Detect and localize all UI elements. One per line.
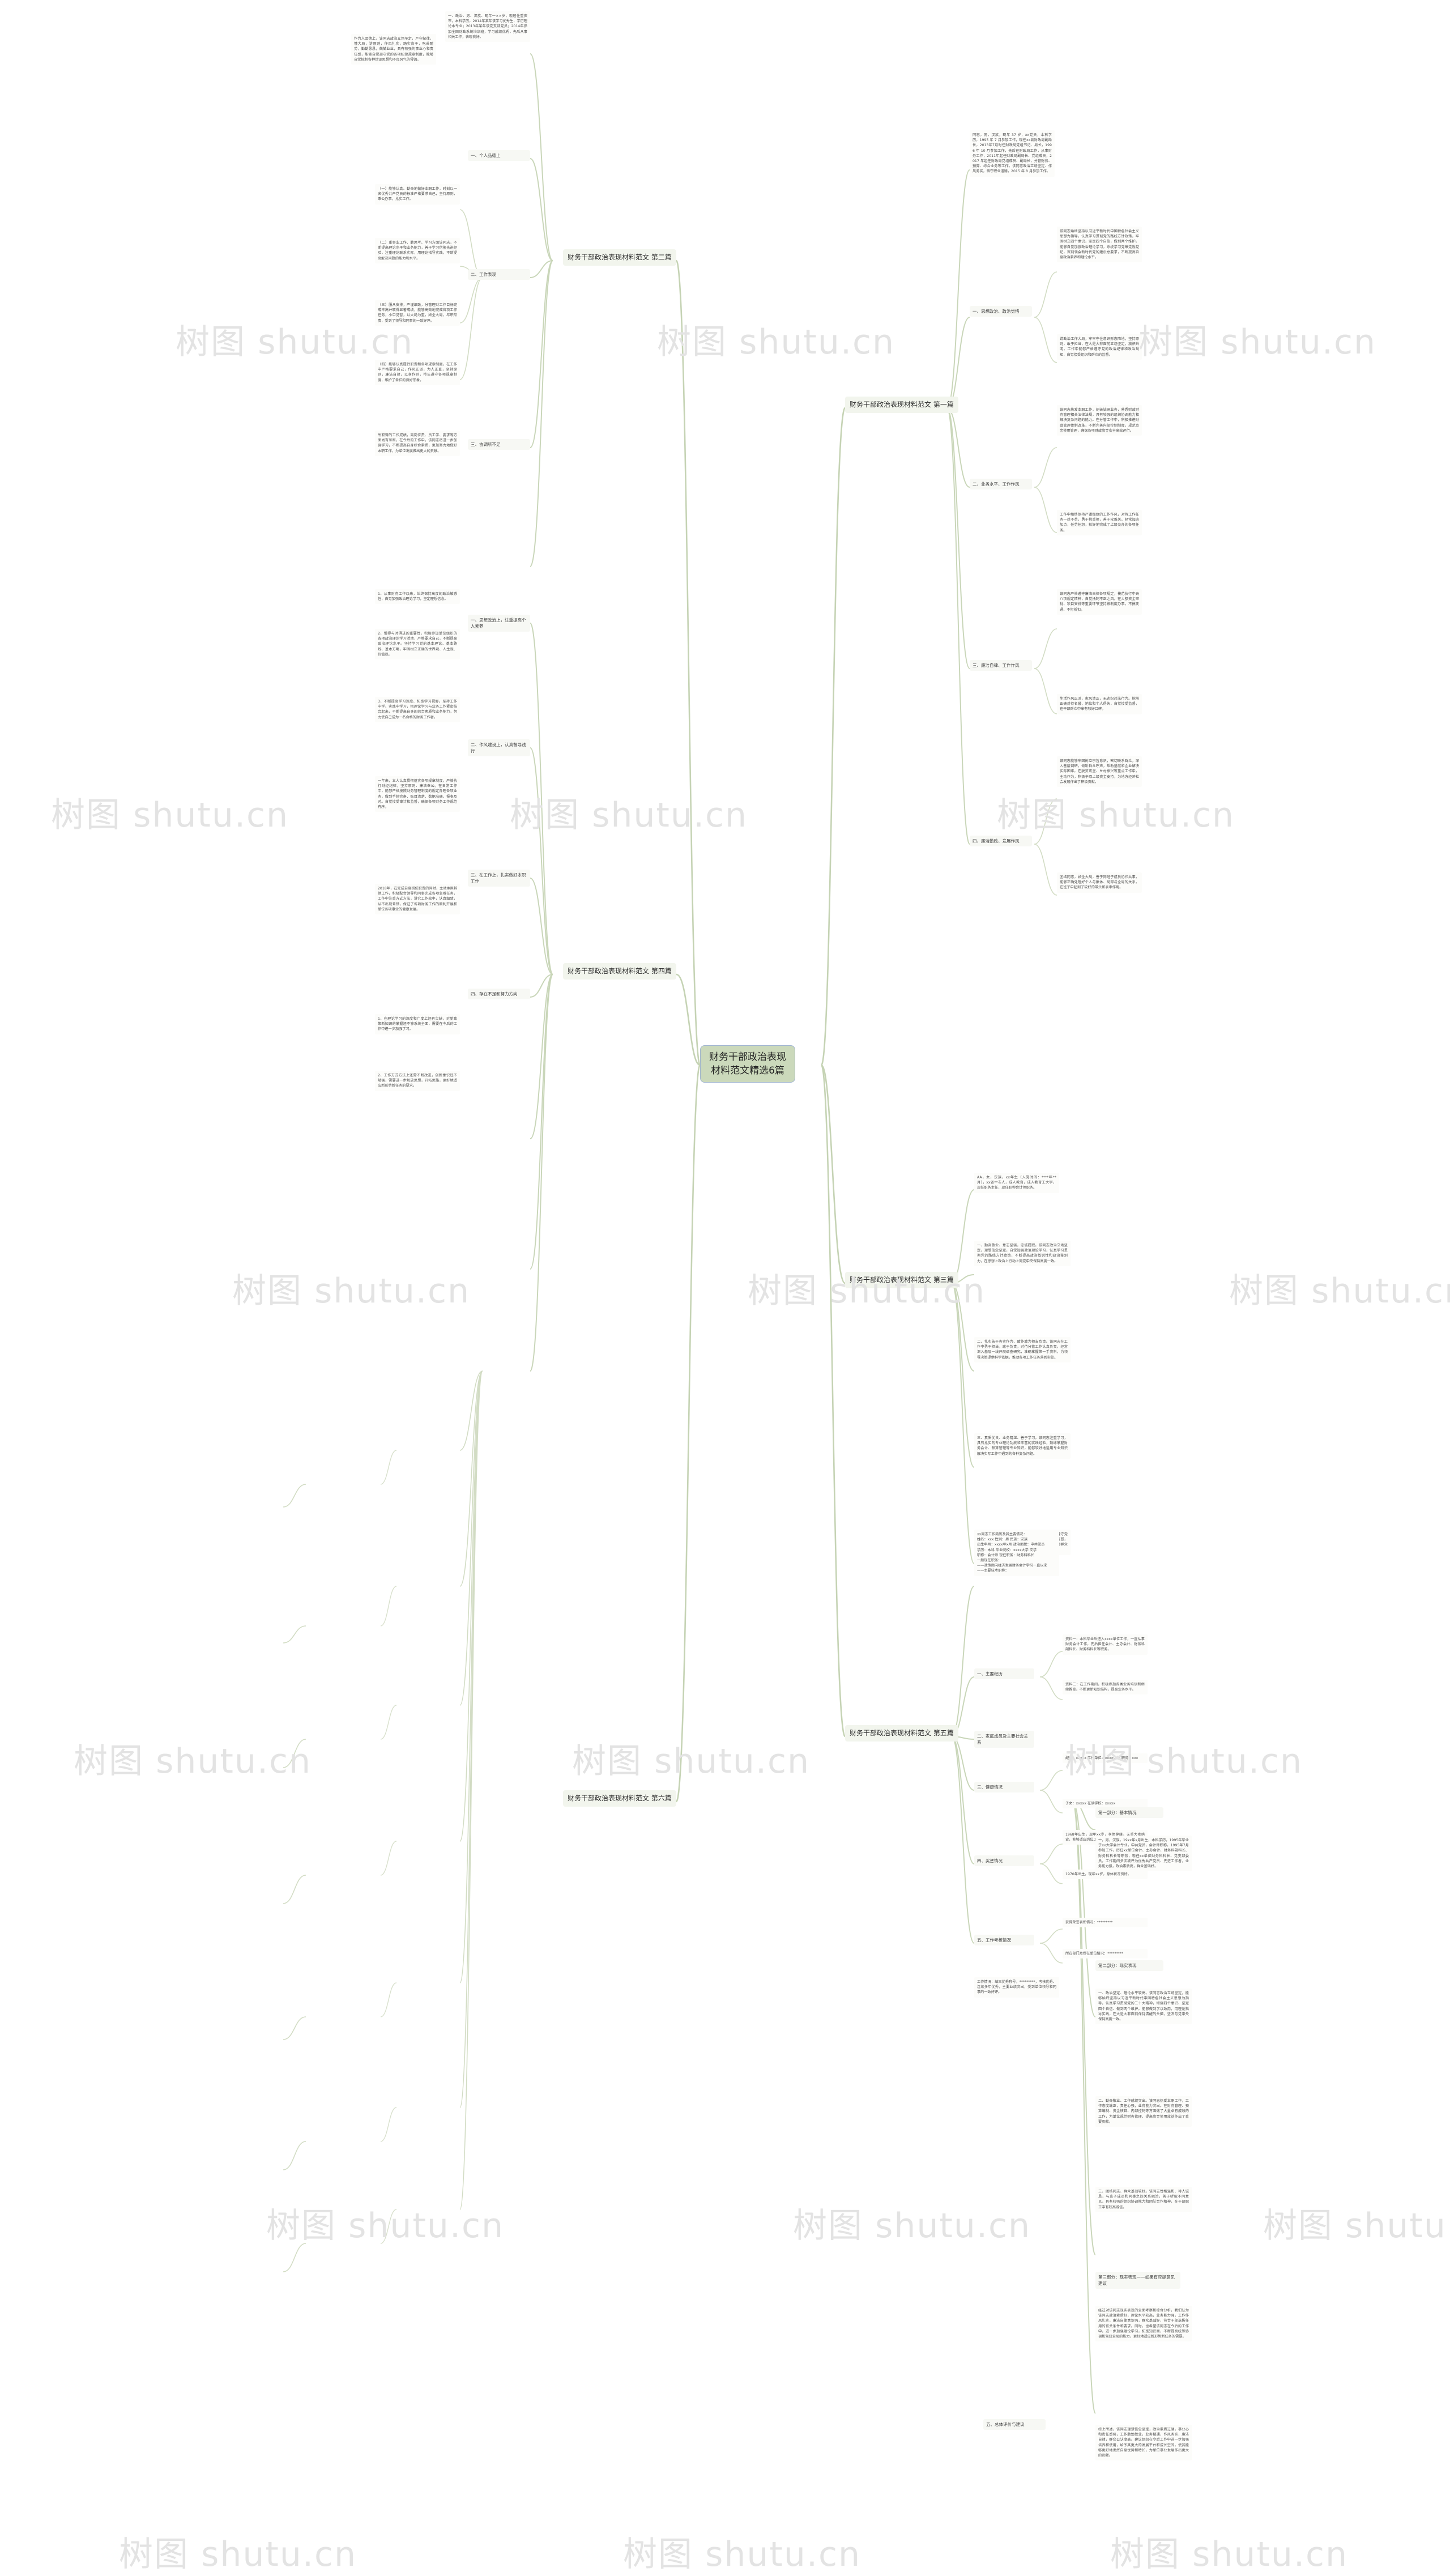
- branch-node-1[interactable]: 财务干部政治表现材料范文 第一篇: [845, 397, 958, 413]
- b4-section-2-item-0[interactable]: 2018年，在完成自身岗位职责的同时，主动承担其他工作，积极配合领导和同事完成各…: [375, 884, 460, 915]
- b1-intro[interactable]: 同志，男，汉族，现年 37 岁，xx党员，本科学历，1995 年 7 月参加工作…: [970, 130, 1055, 177]
- b4-section-0-item-1[interactable]: 2、懂得与时俱进的重要性，积极参加单位组织的各项政治理论学习活动，严格要求自己，…: [375, 629, 460, 660]
- b2-topic-0-item-0[interactable]: 作为人品德上，该同志政治立场坚定，严守纪律，懂大局，讲原则，作风扎实，踏实肯干，…: [351, 34, 436, 65]
- b1-topic-0-item-1[interactable]: 讲政治工作大局，牢牢守住意识形态阵地，坚持原则，敢于担当，在大是大非面前立场坚定…: [1057, 334, 1142, 360]
- b1-topic-0-item-0[interactable]: 该同志始终坚持以习近平新时代中国特色社会主义思想为指导，认真学习贯彻党的路线方针…: [1057, 227, 1142, 263]
- b5-topic-4-item-0[interactable]: 工作情况：结果优秀称号，*********，考核优秀、连续多年优秀，主要业绩突出…: [974, 1977, 1059, 1998]
- branch-node-5[interactable]: 财务干部政治表现材料范文 第五篇: [845, 1725, 958, 1742]
- b2-topic-2-item-0[interactable]: 所取得的工作成绩，离岗位责、员工学、要求等方面尚有差距，在今后的工作中，该同志将…: [375, 431, 460, 456]
- b1-topic-0-title[interactable]: 一、思想政治、政治觉悟: [970, 306, 1032, 317]
- b6-section-0-title[interactable]: 第一部分：基本情况: [1095, 1807, 1163, 1818]
- b5-topic-1-item-0[interactable]: 配偶：xxxxx 工作单位：xxxx单位 职务：xxx: [1063, 1753, 1148, 1764]
- branch-node-4[interactable]: 财务干部政治表现材料范文 第四篇: [563, 963, 676, 980]
- b6-section-3-item-0[interactable]: 综上所述，该同志理想信念坚定，政治素质过硬，事业心和责任感强，工作勤勉敬业，业务…: [1095, 2425, 1192, 2461]
- b1-topic-2-title[interactable]: 三、廉洁自律、工作作风: [970, 660, 1032, 671]
- b6-section-1-title[interactable]: 第二部分：现实表现: [1095, 1960, 1163, 1971]
- b2-topic-1-title[interactable]: 二、工作表现: [468, 269, 530, 280]
- b1-topic-3-title[interactable]: 四、廉洁勤政、发展作风: [970, 836, 1032, 846]
- b6-section-1-item-1[interactable]: 二、勤奋敬业、工作成绩突出。该同志热爱本职工作，工作态度端正，责任心强，业务能力…: [1095, 2096, 1192, 2127]
- b6-section-1-item-2[interactable]: 三、团结同志、群众基础较好。该同志性格温和、待人诚恳，与班子成员和同事之间关系融…: [1095, 2187, 1192, 2212]
- b1-topic-2-item-0[interactable]: 该同志严格遵守廉洁自律各项规定，模范执行中央八项规定精神，自觉抵制不正之风。在大…: [1057, 589, 1142, 615]
- root-node[interactable]: 财务干部政治表现材料范文精选6篇: [700, 1045, 795, 1083]
- b2-topic-1-item-3[interactable]: （四）能够认真履行职责和各项规章制度，在工作中严格要求自己，作风正派，为人正直，…: [375, 360, 460, 385]
- b4-section-1-item-0[interactable]: 一年来，本人认真贯彻落实各项规章制度，严格执行财经纪律，坚持原则、廉洁奉公。在日…: [375, 776, 460, 812]
- b4-section-3-title[interactable]: 四、存在不足和努力方向: [468, 989, 530, 999]
- b4-section-3-item-1[interactable]: 2、工作方式方法上还需不断改进，创新意识还不够强，需要进一步解放思想，开拓思路，…: [375, 1071, 460, 1091]
- b4-section-0-item-0[interactable]: 1、从事财务工作以来，始终保持高度的政治敏感性，自觉加强政治理论学习，坚定理想信…: [375, 589, 460, 604]
- b4-section-0-item-2[interactable]: 3、不断提高学习深度、拓宽学习视野。坚持工作中学、实践中学习，把理论学习与业务工…: [375, 697, 460, 722]
- branch-node-3[interactable]: 财务干部政治表现材料范文 第三篇: [845, 1272, 958, 1288]
- b6-section-2-item-0[interactable]: 经过对该同志现实表现的全面考察和综合分析，我们认为该同志政治素质好，理论水平较高…: [1095, 2306, 1192, 2342]
- b4-section-3-item-0[interactable]: 1、在理论学习的深度和广度上还有欠缺，对新政策新知识的掌握还不够系统全面，需要在…: [375, 1014, 460, 1034]
- b1-topic-1-title[interactable]: 二、业务水平、工作作风: [970, 479, 1032, 489]
- b5-topic-1-title[interactable]: 二、家庭成员及主要社会关系: [974, 1731, 1034, 1748]
- b5-topic-0-item-0[interactable]: 资料一：本科毕业后进入xxxx单位工作，一直从事财务会计工作，先后担任会计、主办…: [1063, 1634, 1148, 1655]
- b6-section-0-item-0[interactable]: **，男，汉族，19xx年x月出生，本科学历，1995年毕业于xx大学会计专业，…: [1095, 1836, 1192, 1872]
- b2-topic-0-title[interactable]: 一、个人品德上: [468, 150, 530, 161]
- b5-topic-0-item-1[interactable]: 资料二：在工作期间，积极参加各类业务培训和继续教育，不断更新知识结构，提高业务水…: [1063, 1680, 1148, 1695]
- b5-topic-0-title[interactable]: 一、主要经历: [974, 1668, 1034, 1679]
- b4-section-0-title[interactable]: 一、思想政治上，注重提高个人素养: [468, 615, 530, 632]
- b5-topic-3-title[interactable]: 四、奖惩情况: [974, 1855, 1034, 1866]
- b1-topic-3-item-0[interactable]: 该同志能够牢固树立宗旨意识，密切联系群众，深入基层调研，倾听群众呼声，帮助基层和…: [1057, 756, 1142, 787]
- b5-topic-3-item-1[interactable]: 所在部门及所在单位情况：*********: [1063, 1949, 1148, 1959]
- b3-topic-2-title[interactable]: 三、素质优良、业务精湛、善于学习。该同志注重学习，具有扎实的专业理论功底和丰富的…: [974, 1433, 1071, 1459]
- b5-topic-3-item-0[interactable]: 获得荣誉表彰情况：*********: [1063, 1918, 1148, 1928]
- b6-section-3-title[interactable]: 五、总体评价与建议: [983, 2419, 1046, 2430]
- b1-topic-1-item-0[interactable]: 该同志热爱本职工作，刻苦钻研业务，熟悉财政财务管理相关法律法规，具有较强的组织协…: [1057, 405, 1142, 436]
- b2-topic-1-item-1[interactable]: （二）重事业工作、勤思考、学习方面该同志，不断提高理论水平和业务能力，善于学习借…: [375, 238, 460, 263]
- b5-topic-4-title[interactable]: 五、工作考核情况: [974, 1935, 1034, 1945]
- b5-topic-2-title[interactable]: 三、健康情况: [974, 1782, 1034, 1792]
- b6-section-2-title[interactable]: 第三部分：现实表现——如果有应提意见建议: [1095, 2272, 1180, 2289]
- b3-intro[interactable]: AA，女，汉族，xx年生（入党时间：****年**月），xx省**市人，成人教育…: [974, 1173, 1059, 1193]
- branch-node-2[interactable]: 财务干部政治表现材料范文 第二篇: [563, 249, 676, 266]
- mindmap-connectors: [283, 53, 1096, 2414]
- b3-topic-1-title[interactable]: 二、扎实苦干务实作为、敢作敢为担当负责。该同志在工作中勇于担当，敢于负责，对待分…: [974, 1337, 1071, 1362]
- b2-topic-2-title[interactable]: 三、协调所不足: [468, 439, 530, 450]
- b2-intro[interactable]: 一、政治、男、汉族、现年一××岁，现居住重庆市，本科学历，2014年某年该学习优…: [445, 11, 530, 42]
- b1-topic-2-item-1[interactable]: 生活作风正派，家风清正，无违纪违法行为。能够正确对待名誉、地位和个人得失，自觉接…: [1057, 694, 1142, 714]
- b4-section-1-title[interactable]: 二、作风建设上，认真督导践行: [468, 739, 530, 756]
- b5-intro[interactable]: xx同志工作简历及其主要情况： 姓名：xxx 性别：男 民族：汉族 出生年月：x…: [974, 1530, 1059, 1576]
- b4-section-2-title[interactable]: 三、在工作上，扎实做好本职工作: [468, 870, 530, 887]
- b2-topic-1-item-0[interactable]: （一）能够认真、勤奋地做好本职工作，时刻以一名优秀共产党员的标准严格要求自己，坚…: [375, 184, 460, 205]
- b6-section-1-item-0[interactable]: 一、政治坚定、理论水平较高。该同志政治立场坚定，能够始终坚持以习近平新时代中国特…: [1095, 1989, 1192, 2025]
- b2-topic-1-item-2[interactable]: （三）服从安排，严谨细致，分管理财工作目标完成率高并取得显著成绩，能够高效地完成…: [375, 300, 460, 326]
- b3-topic-0-title[interactable]: 一、勤奋敬业、意志坚强，忠诚履职。该同志政治立场坚定，理想信念坚定，自觉加强政治…: [974, 1241, 1071, 1266]
- b1-topic-3-item-1[interactable]: 团结同志，顾全大局，善于同班子成员协作共事，能够正确处理好个人与集体、局部与全局…: [1057, 872, 1142, 893]
- branch-node-6[interactable]: 财务干部政治表现材料范文 第六篇: [563, 1790, 676, 1807]
- b1-topic-1-item-1[interactable]: 工作中始终保持严谨细致的工作作风，对待工作任务一丝不苟，勇于挑重担，善于攻难关。…: [1057, 510, 1142, 535]
